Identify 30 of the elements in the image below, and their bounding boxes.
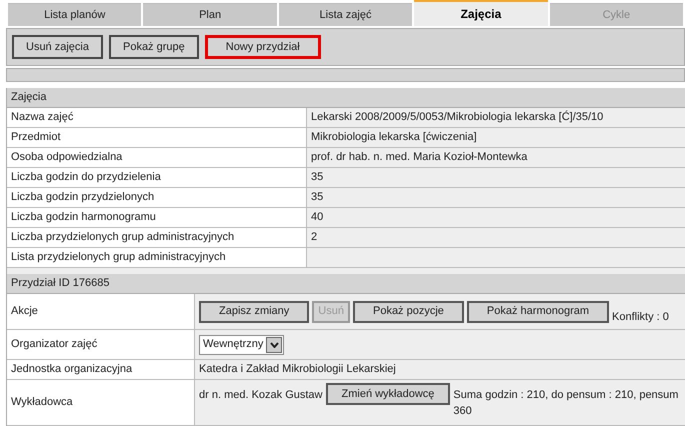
section-header: Zajęcia: [7, 88, 685, 108]
field-label: Liczba godzin harmonogramu: [7, 208, 307, 227]
tab[interactable]: Plan: [143, 3, 277, 26]
field-label: Jednostka organizacyjna: [7, 360, 195, 379]
action-button[interactable]: Pokaż harmonogram: [466, 300, 610, 322]
hours-summary: Suma godzin : 210, do pensum : 210, pensum 360: [453, 388, 680, 419]
field-label: Wykładowca: [7, 380, 195, 425]
toolbar-button[interactable]: Nowy przydział: [204, 35, 321, 59]
organizer-select[interactable]: Wewnętrzny: [199, 334, 284, 354]
field-value: Katedra i Zakład Mikrobiologii Lekarskiej: [199, 362, 396, 378]
action-button[interactable]: Pokaż pozycje: [352, 300, 464, 322]
field-label: Lista przydzielonych grup administracyjnych: [7, 248, 307, 267]
conflicts-count: Konflikty : 0: [612, 310, 669, 324]
field-label: Liczba godzin przydzielonych: [7, 188, 307, 207]
action-button[interactable]: Zapisz zmiany: [199, 300, 310, 322]
toolbar-button[interactable]: Usuń zajęcia: [12, 35, 103, 59]
field-label: Osoba odpowiedzialna: [7, 148, 307, 167]
field-label: Przedmiot: [7, 128, 307, 147]
field-label: Nazwa zajęć: [7, 108, 307, 127]
lecturer-name: dr n. med. Kozak Gustaw: [199, 388, 322, 403]
tab[interactable]: Lista planów: [8, 3, 142, 26]
toolbar-button[interactable]: Pokaż grupę: [108, 35, 199, 59]
section-header: Przydział ID 176685: [7, 274, 685, 294]
field-label: Organizator zajęć: [7, 330, 195, 359]
field-label: Liczba godzin do przydzielenia: [7, 168, 307, 187]
field-label: Akcje: [7, 294, 195, 329]
change-lecturer-button[interactable]: Zmień wykładowcę: [326, 383, 450, 405]
tab[interactable]: Zajęcia: [414, 0, 548, 26]
tab[interactable]: Lista zajęć: [278, 3, 412, 26]
field-label: Liczba przydzielonych grup administracyjnych: [7, 228, 307, 247]
